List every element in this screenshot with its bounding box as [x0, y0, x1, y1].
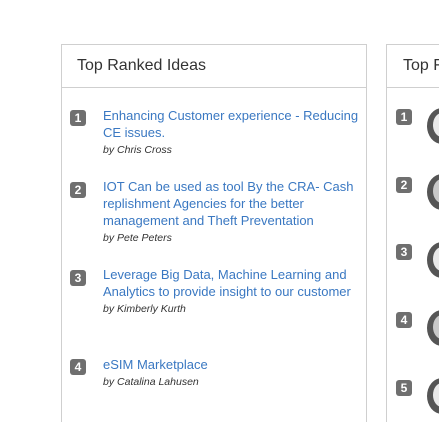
- rank-badge: 5: [396, 380, 412, 396]
- idea-title-link[interactable]: Leverage Big Data, Machine Learning and …: [103, 266, 364, 300]
- top-contributors-panel: Top F 1 2 3 4 5: [386, 44, 439, 422]
- rank-badge: 4: [396, 312, 412, 328]
- avatar[interactable]: [427, 174, 439, 210]
- author-name[interactable]: Chris Cross: [117, 144, 172, 156]
- idea-title-link[interactable]: IOT Can be used as tool By the CRA- Cash…: [103, 178, 364, 229]
- idea-author: by Pete Peters: [103, 231, 364, 245]
- panel-title: Top F: [387, 45, 439, 88]
- author-by-label: by: [103, 232, 115, 244]
- rank-badge: 2: [396, 177, 412, 193]
- rank-badge: 3: [70, 270, 86, 286]
- author-by-label: by: [103, 303, 115, 315]
- panel-title: Top Ranked Ideas: [62, 45, 366, 88]
- avatar[interactable]: [427, 242, 439, 278]
- avatar[interactable]: [427, 108, 439, 144]
- avatar[interactable]: [427, 310, 439, 346]
- rank-badge: 4: [70, 359, 86, 375]
- rank-badge: 1: [70, 110, 86, 126]
- idea-author: by Chris Cross: [103, 143, 364, 157]
- avatar[interactable]: [427, 378, 439, 414]
- author-name[interactable]: Kimberly Kurth: [117, 303, 186, 315]
- rank-badge: 3: [396, 244, 412, 260]
- author-name[interactable]: Catalina Lahusen: [117, 376, 199, 388]
- idea-title-link[interactable]: eSIM Marketplace: [103, 356, 364, 373]
- idea-author: by Catalina Lahusen: [103, 375, 364, 389]
- top-ranked-ideas-panel: Top Ranked Ideas 1 Enhancing Customer ex…: [61, 44, 367, 422]
- rank-badge: 2: [70, 182, 86, 198]
- rank-badge: 1: [396, 109, 412, 125]
- idea-author: by Kimberly Kurth: [103, 302, 364, 316]
- author-by-label: by: [103, 144, 115, 156]
- author-name[interactable]: Pete Peters: [117, 232, 172, 244]
- idea-title-link[interactable]: Enhancing Customer experience - Reducing…: [103, 107, 364, 141]
- author-by-label: by: [103, 376, 115, 388]
